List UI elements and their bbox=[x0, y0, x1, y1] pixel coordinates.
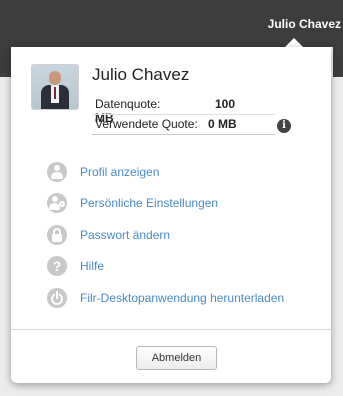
background-strip bbox=[333, 47, 343, 77]
profile-name: Julio Chavez bbox=[92, 65, 190, 84]
popup-caret bbox=[285, 38, 303, 47]
user-icon bbox=[47, 162, 67, 182]
menu-item-download-desktop-app[interactable]: Filr-Desktopanwendung herunterladen bbox=[47, 287, 284, 309]
topbar-user-menu[interactable]: Julio Chavez bbox=[268, 17, 341, 31]
user-settings-icon bbox=[47, 193, 67, 213]
avatar bbox=[31, 64, 79, 110]
logout-button[interactable]: Abmelden bbox=[136, 346, 217, 370]
menu-item-help[interactable]: ? Hilfe bbox=[47, 255, 104, 277]
data-quota-label: Datenquote: bbox=[95, 97, 161, 111]
menu-item-label[interactable]: Persönliche Einstellungen bbox=[80, 196, 218, 210]
info-icon[interactable]: i bbox=[277, 119, 291, 133]
menu-item-change-password[interactable]: Passwort ändern bbox=[47, 224, 170, 246]
menu-item-label[interactable]: Profil anzeigen bbox=[80, 165, 159, 179]
menu-item-view-profile[interactable]: Profil anzeigen bbox=[47, 161, 159, 183]
menu-item-label[interactable]: Passwort ändern bbox=[80, 228, 170, 242]
used-quota-label: Verwendete Quote: bbox=[95, 117, 198, 131]
used-quota-value: 0 MB bbox=[208, 117, 237, 131]
menu-item-label[interactable]: Hilfe bbox=[80, 259, 104, 273]
power-icon bbox=[47, 288, 67, 308]
help-icon: ? bbox=[47, 256, 67, 276]
menu-item-label[interactable]: Filr-Desktopanwendung herunterladen bbox=[80, 291, 284, 305]
user-popup-panel: Julio Chavez Datenquote: 100 MB Verwendet… bbox=[11, 47, 331, 383]
avatar-tie bbox=[54, 87, 56, 99]
divider bbox=[11, 329, 331, 330]
menu-item-personal-settings[interactable]: Persönliche Einstellungen bbox=[47, 192, 218, 214]
help-glyph: ? bbox=[52, 258, 62, 274]
page: Julio Chavez Julio Chavez Datenquote: 100… bbox=[0, 0, 343, 396]
lock-icon bbox=[47, 225, 67, 245]
used-quota-row: Verwendete Quote: 0 MB bbox=[92, 114, 275, 135]
avatar-head bbox=[49, 71, 61, 85]
